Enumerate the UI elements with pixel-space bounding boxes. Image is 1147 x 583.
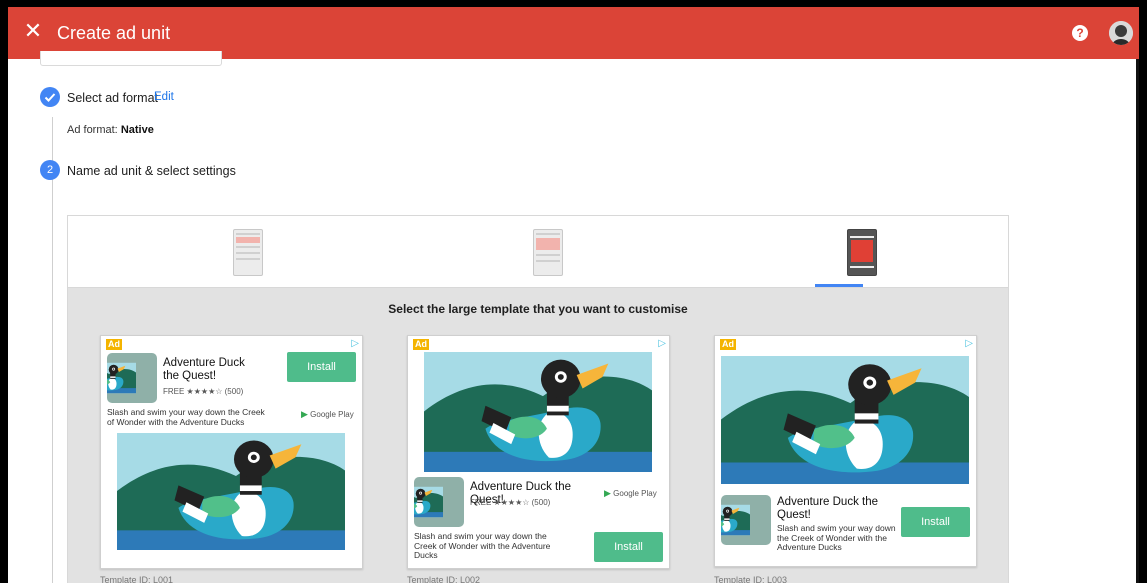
adchoices-icon[interactable]: ▷ xyxy=(658,338,666,350)
templates-heading: Select the large template that you want … xyxy=(388,302,688,316)
app-description: Slash and swim your way down the Creek o… xyxy=(107,407,265,427)
app-title: Adventure Duck the Quest! xyxy=(777,496,879,521)
edit-ad-format-link[interactable]: Edit xyxy=(154,91,174,103)
app-title: Adventure Duck the Quest! xyxy=(163,357,245,382)
install-button[interactable]: Install xyxy=(594,532,663,562)
selected-tab-indicator xyxy=(815,284,863,287)
page-title: Create ad unit xyxy=(57,23,171,43)
scrollbar[interactable] xyxy=(1136,59,1139,583)
google-play-icon: ▶ xyxy=(301,409,308,419)
ad-badge: Ad xyxy=(413,339,429,350)
template-id-l003: Template ID: L003 xyxy=(714,575,788,583)
app-icon xyxy=(721,495,771,545)
templates-area: Select the large template that you want … xyxy=(68,288,1008,583)
step-complete-check-icon xyxy=(40,87,60,107)
step-connector-line xyxy=(52,117,53,583)
app-icon xyxy=(107,353,157,403)
create-ad-unit-window: ✕ Create ad unit ? Select ad format Edit… xyxy=(8,7,1139,583)
tab-small-template[interactable] xyxy=(188,216,308,287)
ad-format-summary: Ad format: Native xyxy=(67,124,154,136)
google-play-badge: ▶ Google Play xyxy=(301,409,354,420)
ad-format-label: Ad format: xyxy=(67,124,118,136)
avatar[interactable] xyxy=(1109,21,1133,45)
app-description: Slash and swim your way down the Creek o… xyxy=(414,531,551,560)
duck-image xyxy=(721,356,969,484)
google-play-icon: ▶ xyxy=(604,488,611,498)
app-icon xyxy=(414,477,464,527)
ad-format-value: Native xyxy=(120,124,154,136)
step2-title: Name ad unit & select settings xyxy=(67,164,236,178)
step1-title: Select ad format xyxy=(67,91,159,105)
template-id-l002: Template ID: L002 xyxy=(407,575,481,583)
adchoices-icon[interactable]: ▷ xyxy=(351,338,359,350)
app-description: Slash and swim your way down the Creek o… xyxy=(777,523,896,552)
help-icon[interactable]: ? xyxy=(1072,25,1088,41)
store-name: Google Play xyxy=(613,489,657,498)
phone-medium-icon xyxy=(533,229,563,276)
rating-text: FREE ★★★★☆ (500) xyxy=(163,387,244,396)
adchoices-icon[interactable]: ▷ xyxy=(965,338,973,350)
template-card-l001[interactable]: Ad ▷ Adventure Duck the Quest! FREE ★★★★… xyxy=(100,335,363,569)
rating-text: FREE ★★★★☆ (500) xyxy=(470,498,551,507)
close-icon[interactable]: ✕ xyxy=(22,21,44,43)
tab-medium-template[interactable] xyxy=(488,216,608,287)
template-card-l002[interactable]: Ad ▷ Adventure Duck the Quest! FREE ★★★★… xyxy=(407,335,670,569)
step2-number-badge: 2 xyxy=(40,160,60,180)
size-tabs xyxy=(68,216,1008,288)
store-name: Google Play xyxy=(310,410,354,419)
install-button[interactable]: Install xyxy=(901,507,970,537)
phone-small-icon xyxy=(233,229,263,276)
ad-badge: Ad xyxy=(720,339,736,350)
duck-image xyxy=(117,433,345,550)
google-play-badge: ▶ Google Play xyxy=(604,488,657,499)
install-button[interactable]: Install xyxy=(287,352,356,382)
phone-large-icon xyxy=(847,229,877,276)
tab-large-template[interactable] xyxy=(802,216,922,287)
template-card-l003[interactable]: Ad ▷ Adventure Duck the Quest! Slash and… xyxy=(714,335,977,567)
previous-card-edge xyxy=(40,51,222,66)
duck-image xyxy=(424,352,652,472)
ad-badge: Ad xyxy=(106,339,122,350)
template-selector-panel: Select the large template that you want … xyxy=(67,215,1009,583)
template-id-l001: Template ID: L001 xyxy=(100,575,174,583)
avatar-icon xyxy=(1109,21,1133,45)
